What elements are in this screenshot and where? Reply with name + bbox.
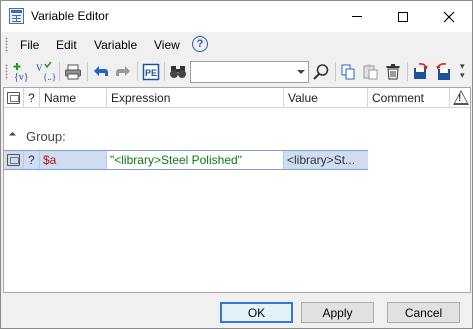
trash-icon: [386, 64, 400, 80]
column-header-value[interactable]: Value: [284, 88, 368, 108]
column-header-comment[interactable]: Comment: [368, 88, 450, 108]
menu-view[interactable]: View: [154, 38, 180, 52]
binoculars-icon: [170, 66, 186, 78]
save-button[interactable]: [410, 61, 432, 83]
menu-variable[interactable]: Variable: [94, 38, 137, 52]
copy-icon: [341, 64, 355, 80]
flag-icon: [7, 92, 20, 104]
undo-button[interactable]: [90, 61, 112, 83]
row-flag-cell[interactable]: [4, 151, 24, 169]
toolbar-grip: [5, 64, 8, 80]
row-name-cell[interactable]: $a: [40, 151, 107, 169]
row-value-cell: <library>St...: [287, 153, 356, 167]
search-input[interactable]: [193, 64, 289, 80]
spreadsheet-icon: [9, 8, 24, 24]
save-icon: [414, 63, 428, 79]
svg-text:{v}: {v}: [14, 72, 29, 83]
close-icon: [443, 11, 455, 22]
row-expression-cell[interactable]: "<library>Steel Polished": [107, 151, 284, 169]
row-status-cell: ?: [24, 151, 40, 169]
evaluate-variables-icon: V {..}: [36, 61, 56, 82]
menu-bar: File Edit Variable View ?: [1, 32, 472, 58]
window-title: Variable Editor: [31, 9, 109, 23]
load-icon: [436, 63, 450, 80]
chevron-down-icon[interactable]: [297, 70, 305, 74]
cancel-button[interactable]: Cancel: [387, 302, 460, 323]
column-header-name[interactable]: Name: [40, 88, 107, 108]
toolbar-separator: [137, 62, 138, 81]
paste-icon: [363, 64, 378, 80]
add-variable-button[interactable]: {v}: [11, 61, 33, 83]
help-icon[interactable]: ?: [192, 36, 208, 52]
svg-text:PE: PE: [145, 68, 157, 78]
toolbar-separator: [407, 62, 408, 81]
toolbar-overflow-icon[interactable]: ▾ ▾: [460, 62, 465, 80]
evaluate-variables-button[interactable]: V {..}: [34, 61, 56, 83]
toolbar: {v} V {..} PE ▾ ▾: [1, 58, 472, 86]
variables-grid: ? Name Expression Value Comment ! Group:…: [3, 87, 471, 293]
ok-button[interactable]: OK: [220, 302, 293, 323]
toolbar-separator: [335, 62, 336, 81]
magnifier-icon: [313, 64, 329, 80]
redo-button[interactable]: [112, 61, 134, 83]
parameter-editor-button[interactable]: PE: [140, 61, 162, 83]
parameter-editor-icon: PE: [142, 63, 160, 81]
print-button[interactable]: [62, 61, 84, 83]
toolbar-separator: [164, 62, 165, 81]
maximize-icon: [398, 11, 408, 22]
menu-edit[interactable]: Edit: [56, 38, 77, 52]
svg-text:V: V: [36, 63, 43, 73]
menu-grip: [5, 37, 8, 53]
menu-file[interactable]: File: [20, 38, 39, 52]
column-header-flag[interactable]: [4, 88, 24, 108]
search-button[interactable]: [310, 61, 332, 83]
column-header-status[interactable]: ?: [24, 88, 40, 108]
copy-button[interactable]: [338, 61, 360, 83]
collapse-triangle-icon[interactable]: [8, 131, 17, 140]
print-icon: [65, 64, 81, 80]
find-button[interactable]: [167, 61, 189, 83]
undo-icon: [94, 66, 108, 76]
variable-editor-window: Variable Editor File Edit Variable View …: [0, 0, 473, 329]
close-button[interactable]: [426, 1, 472, 32]
svg-text:{..}: {..}: [43, 72, 56, 82]
paste-button[interactable]: [360, 61, 382, 83]
title-bar: Variable Editor: [1, 1, 472, 32]
minimize-icon: [352, 16, 362, 17]
load-button[interactable]: [432, 61, 454, 83]
column-header-expression[interactable]: Expression: [107, 88, 284, 108]
search-combo[interactable]: [190, 61, 309, 83]
warning-exclamation: !: [458, 93, 462, 104]
minimize-button[interactable]: [334, 1, 380, 32]
delete-button[interactable]: [382, 61, 404, 83]
apply-button[interactable]: Apply: [301, 302, 374, 323]
toolbar-separator: [87, 62, 88, 81]
table-row[interactable]: ? $a "<library>Steel Polished" <library>…: [4, 150, 368, 170]
redo-icon: [116, 66, 130, 76]
add-variable-icon: {v}: [13, 63, 29, 83]
toolbar-separator: [59, 62, 60, 81]
group-row[interactable]: Group:: [4, 125, 470, 145]
flag-icon: [7, 154, 20, 166]
maximize-button[interactable]: [380, 1, 426, 32]
group-label: Group:: [26, 129, 66, 144]
grid-header: ? Name Expression Value Comment !: [4, 88, 470, 108]
